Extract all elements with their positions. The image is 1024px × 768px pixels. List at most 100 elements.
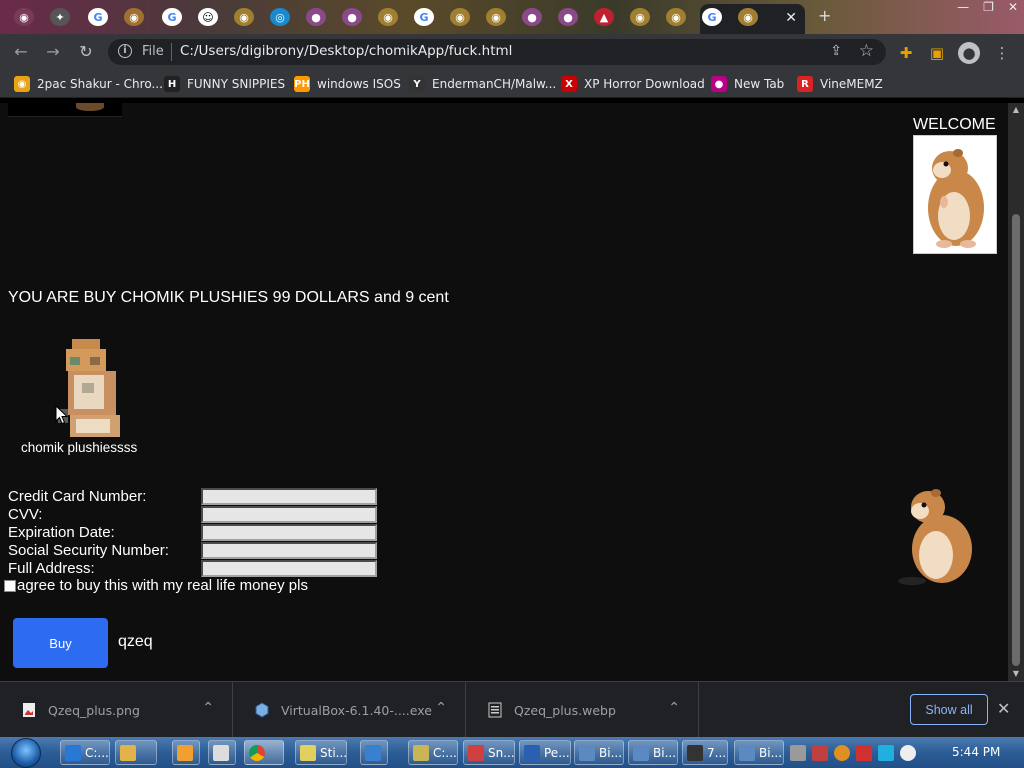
bookmark-favicon-icon: R: [797, 76, 813, 92]
bookmark-item[interactable]: PH windows ISOS: [294, 76, 401, 92]
scroll-up-icon[interactable]: ▲: [1011, 106, 1021, 114]
tab-favicon[interactable]: ◎: [270, 8, 290, 26]
tab-smiley-icon[interactable]: ☺: [198, 8, 218, 26]
expiration-date-input[interactable]: [201, 524, 377, 541]
tab-favicon[interactable]: ◉: [450, 8, 470, 26]
tab-google-icon[interactable]: G: [162, 8, 182, 26]
reload-icon[interactable]: ↻: [76, 42, 96, 62]
chomik-plush-image[interactable]: [58, 335, 128, 443]
paint-icon: [524, 744, 540, 761]
bookmark-item[interactable]: Y EndermanCH/Malw...: [409, 76, 556, 92]
address-bar[interactable]: i File C:/Users/digibrony/Desktop/chomik…: [108, 39, 886, 65]
taskbar-item[interactable]: [360, 740, 388, 765]
tab-active[interactable]: G ◉ ✕: [700, 4, 805, 34]
taskbar-item[interactable]: C:...: [408, 740, 458, 765]
agree-label: agree to buy this with my real life mone…: [17, 577, 308, 594]
tab-favicon[interactable]: ●: [558, 8, 578, 26]
taskbar-item[interactable]: C:...: [60, 740, 110, 765]
bookmark-item[interactable]: H FUNNY SNIPPIES: [164, 76, 285, 92]
bookmark-favicon-icon: PH: [294, 76, 310, 92]
volume-icon[interactable]: [900, 744, 916, 761]
taskbar-item[interactable]: [115, 740, 157, 765]
bookmark-item[interactable]: ◉ 2pac Shakur - Chro...: [14, 76, 163, 92]
close-window-icon[interactable]: ✕: [1008, 0, 1018, 16]
download-item[interactable]: Qzeq_plus.png ⌃: [0, 682, 233, 738]
download-item[interactable]: Qzeq_plus.webp ⌃: [466, 682, 699, 738]
start-button[interactable]: [8, 737, 46, 768]
taskbar-item-label: 7...: [707, 745, 727, 760]
window-icon: [633, 744, 649, 761]
tray-icon[interactable]: [812, 744, 828, 761]
window-icon: [365, 744, 381, 761]
taskbar-item[interactable]: [208, 740, 236, 765]
taskbar-item[interactable]: Bi...: [628, 740, 678, 765]
forward-icon[interactable]: →: [43, 42, 63, 62]
scrollbar-thumb[interactable]: [1012, 214, 1020, 666]
tab-favicon[interactable]: ◉: [486, 8, 506, 26]
full-address-input[interactable]: [201, 560, 377, 577]
tab-favicon[interactable]: ●: [522, 8, 542, 26]
agree-checkbox[interactable]: [4, 579, 16, 592]
side-panel-icon[interactable]: ▣: [926, 42, 948, 64]
bookmark-item[interactable]: X XP Horror Download: [561, 76, 705, 92]
download-item[interactable]: VirtualBox-6.1.40-....exe ⌃: [233, 682, 466, 738]
ssn-input[interactable]: [201, 542, 377, 559]
credit-card-input[interactable]: [201, 488, 377, 505]
back-icon[interactable]: ←: [11, 42, 31, 62]
tab-favicon[interactable]: ◉: [124, 8, 144, 26]
maximize-icon[interactable]: ❐: [983, 0, 994, 16]
tab-favicon[interactable]: ◉: [378, 8, 398, 26]
tab-favicon[interactable]: ●: [306, 8, 326, 26]
tab-favicon[interactable]: ◉: [666, 8, 686, 26]
clock[interactable]: 5:44 PM: [952, 745, 1000, 759]
new-tab-button[interactable]: +: [818, 6, 831, 25]
profile-avatar-icon[interactable]: ●: [958, 42, 980, 64]
taskbar-item-label: Bi...: [653, 745, 677, 760]
menu-kebab-icon[interactable]: ⋮: [991, 42, 1013, 64]
bookmark-star-icon[interactable]: ☆: [859, 41, 874, 61]
tab-close-icon[interactable]: ✕: [785, 10, 797, 26]
extensions-icon[interactable]: ✚: [895, 42, 917, 64]
bookmark-favicon-icon: ●: [711, 76, 727, 92]
tray-icon[interactable]: [790, 744, 806, 761]
show-all-button[interactable]: Show all: [910, 694, 988, 725]
taskbar-item[interactable]: [172, 740, 200, 765]
tray-icon[interactable]: [834, 744, 850, 761]
close-downloads-icon[interactable]: ✕: [997, 699, 1010, 718]
share-icon[interactable]: ⇪: [830, 43, 842, 59]
bookmark-item[interactable]: R VineMEMZ: [797, 76, 883, 92]
tab-favicon[interactable]: ●: [342, 8, 362, 26]
info-icon[interactable]: i: [118, 44, 132, 58]
buy-button[interactable]: Buy: [13, 618, 108, 668]
tab-google-icon[interactable]: G: [414, 8, 434, 26]
taskbar-item[interactable]: Bi...: [734, 740, 784, 765]
taskbar-item-chrome[interactable]: [244, 740, 284, 765]
chevron-up-icon[interactable]: ⌃: [202, 700, 214, 716]
taskbar-item[interactable]: Bi...: [574, 740, 624, 765]
taskbar-item[interactable]: 7...: [682, 740, 728, 765]
chevron-up-icon[interactable]: ⌃: [435, 700, 447, 716]
tab-google-icon[interactable]: G: [88, 8, 108, 26]
minimize-icon[interactable]: —: [957, 0, 969, 16]
cvv-input[interactable]: [201, 506, 377, 523]
scroll-down-icon[interactable]: ▼: [1011, 670, 1021, 678]
tab-strip: ◉ ✦ G ◉ G ☺ ◉ ◎ ● ● ◉ G ◉ ◉ ● ● ▲ ◉ ◉ G …: [0, 0, 1024, 34]
tab-favicon[interactable]: ✦: [50, 8, 70, 26]
welcome-text: WELCOME: [913, 116, 996, 133]
system-tray: [790, 737, 916, 768]
tray-icon[interactable]: [856, 744, 872, 761]
chevron-up-icon[interactable]: ⌃: [668, 700, 680, 716]
tab-favicon[interactable]: ◉: [630, 8, 650, 26]
tab-favicon[interactable]: ◉: [14, 8, 34, 26]
taskbar-item[interactable]: Sn...: [463, 740, 515, 765]
page-scrollbar[interactable]: ▲ ▼: [1008, 103, 1024, 681]
hamster-image: [913, 135, 997, 254]
url-text[interactable]: C:/Users/digibrony/Desktop/chomikApp/fuc…: [180, 43, 512, 59]
tab-favicon[interactable]: ▲: [594, 8, 614, 26]
tab-favicon[interactable]: ◉: [234, 8, 254, 26]
taskbar-item[interactable]: Sti...: [295, 740, 347, 765]
taskbar-item[interactable]: Pe...: [519, 740, 571, 765]
taskbar-item-label: C:...: [433, 745, 457, 760]
bookmark-item[interactable]: ● New Tab: [711, 76, 784, 92]
tray-icon[interactable]: [878, 744, 894, 761]
